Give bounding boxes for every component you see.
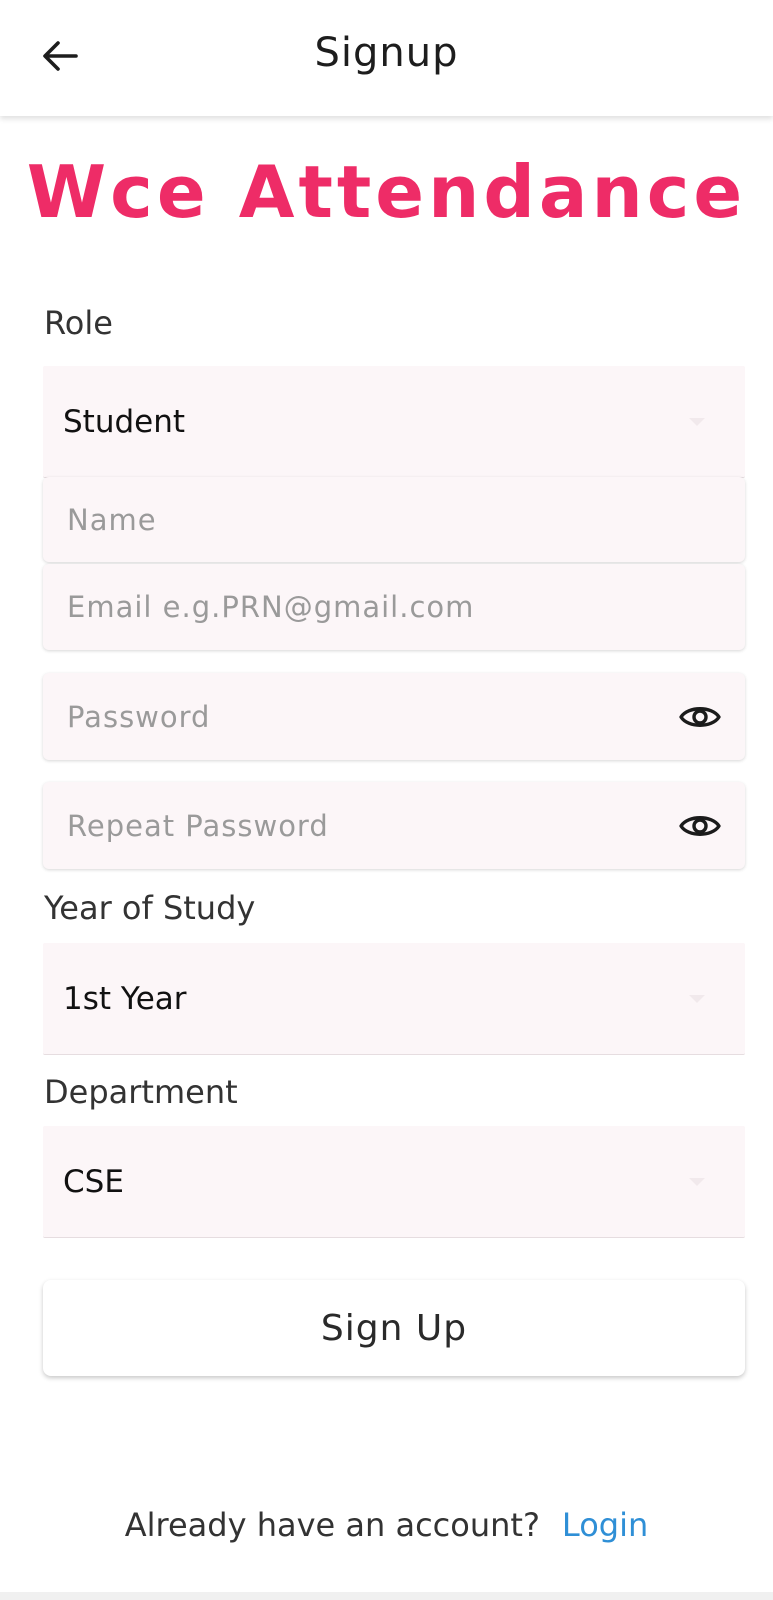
repeat-password-placeholder: Repeat Password <box>67 808 329 843</box>
name-input[interactable]: Name <box>43 477 745 562</box>
email-input[interactable]: Email e.g.PRN@gmail.com <box>43 564 745 650</box>
role-label: Role <box>44 304 113 342</box>
repeat-password-input[interactable]: Repeat Password <box>43 782 745 869</box>
password-placeholder: Password <box>67 699 211 734</box>
year-of-study-dropdown[interactable]: 1st Year <box>43 943 745 1055</box>
department-selected-value: CSE <box>63 1163 124 1200</box>
page-title: Signup <box>314 30 459 76</box>
sign-up-button[interactable]: Sign Up <box>43 1280 745 1376</box>
system-nav-bar <box>0 1592 773 1600</box>
app-brand-title: Wce Attendance <box>26 150 747 234</box>
name-placeholder: Name <box>67 502 157 537</box>
role-selected-value: Student <box>63 403 186 440</box>
email-placeholder: Email e.g.PRN@gmail.com <box>67 590 475 624</box>
login-prompt: Already have an account? Login <box>0 1506 773 1544</box>
chevron-down-icon <box>689 417 705 426</box>
role-dropdown[interactable]: Student <box>43 366 745 478</box>
department-label: Department <box>44 1073 238 1111</box>
already-have-account-text: Already have an account? <box>124 1506 540 1544</box>
department-dropdown[interactable]: CSE <box>43 1126 745 1238</box>
eye-icon[interactable] <box>677 694 723 740</box>
login-link[interactable]: Login <box>562 1506 648 1544</box>
app-bar: Signup <box>0 0 773 116</box>
chevron-down-icon <box>689 1177 705 1186</box>
password-input[interactable]: Password <box>43 673 745 760</box>
chevron-down-icon <box>689 994 705 1003</box>
year-selected-value: 1st Year <box>63 980 187 1017</box>
year-of-study-label: Year of Study <box>44 889 256 927</box>
eye-icon[interactable] <box>677 803 723 849</box>
